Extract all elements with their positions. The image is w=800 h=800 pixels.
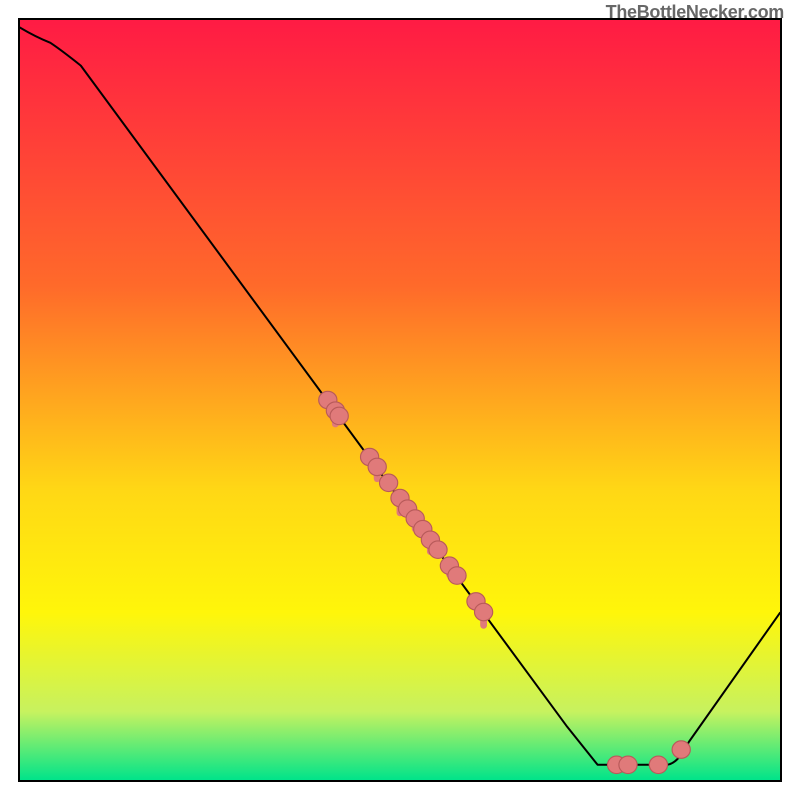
data-point <box>448 567 466 584</box>
chart-frame: TheBottleNecker.com <box>18 18 782 782</box>
data-point <box>330 407 348 424</box>
data-point <box>619 756 637 773</box>
data-point <box>379 474 397 491</box>
data-point <box>672 741 690 758</box>
data-point <box>649 756 667 773</box>
data-point <box>474 603 492 620</box>
data-point <box>429 541 447 558</box>
data-point <box>368 458 386 475</box>
bottleneck-chart <box>20 20 780 780</box>
gradient-background <box>20 20 780 780</box>
